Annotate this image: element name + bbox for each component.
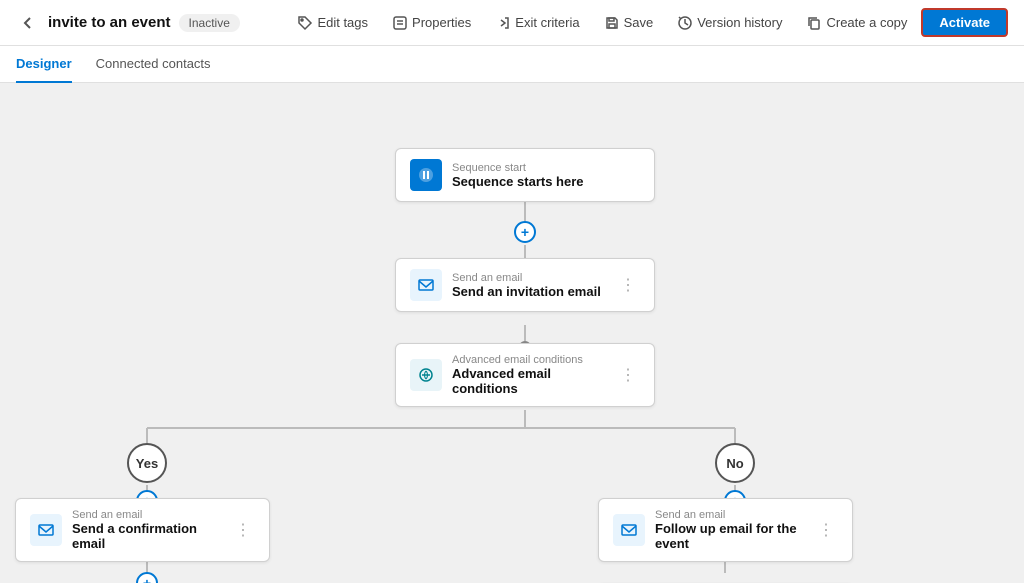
email-no-text: Send an email Follow up email for the ev… bbox=[655, 509, 804, 551]
tag-icon bbox=[297, 15, 313, 31]
header-left: invite to an event Inactive bbox=[16, 11, 279, 35]
adv-cond-title: Advanced email conditions bbox=[452, 366, 606, 396]
adv-cond-text: Advanced email conditions Advanced email… bbox=[452, 354, 606, 396]
sequence-start-node: Sequence start Sequence starts here bbox=[395, 148, 655, 202]
email-no-title: Follow up email for the event bbox=[655, 521, 804, 551]
add-step-yes2-button[interactable]: + bbox=[136, 572, 158, 583]
add-step-button-1[interactable]: + bbox=[514, 221, 536, 243]
tabs: Designer Connected contacts bbox=[0, 46, 1024, 83]
no-branch-label: No bbox=[715, 443, 755, 483]
email-1-more-button[interactable]: ⋮ bbox=[616, 271, 640, 299]
tab-connected-contacts[interactable]: Connected contacts bbox=[96, 46, 211, 83]
exit-criteria-icon bbox=[495, 15, 511, 31]
email-yes-label: Send an email bbox=[72, 509, 221, 521]
email-1-title: Send an invitation email bbox=[452, 284, 606, 299]
properties-button[interactable]: Properties bbox=[382, 10, 481, 36]
edit-tags-button[interactable]: Edit tags bbox=[287, 10, 378, 36]
status-badge: Inactive bbox=[179, 14, 240, 32]
save-button[interactable]: Save bbox=[594, 10, 664, 36]
email-1-icon bbox=[410, 269, 442, 301]
email-node-1: Send an email Send an invitation email ⋮ bbox=[395, 258, 655, 312]
exit-criteria-button[interactable]: Exit criteria bbox=[485, 10, 589, 36]
email-no-icon bbox=[613, 514, 645, 546]
page-title: invite to an event bbox=[48, 14, 171, 31]
back-button[interactable] bbox=[16, 11, 40, 35]
sequence-start-text: Sequence start Sequence starts here bbox=[452, 162, 640, 189]
copy-icon bbox=[806, 15, 822, 31]
create-copy-button[interactable]: Create a copy bbox=[796, 10, 917, 36]
sequence-start-title: Sequence starts here bbox=[452, 174, 640, 189]
adv-cond-icon bbox=[410, 359, 442, 391]
email-yes-node: Send an email Send a confirmation email … bbox=[15, 498, 270, 562]
version-history-button[interactable]: Version history bbox=[667, 10, 792, 36]
header-actions: Edit tags Properties Exit criteria Save bbox=[287, 8, 1008, 37]
email-yes-more-button[interactable]: ⋮ bbox=[231, 516, 255, 544]
email-1-label: Send an email bbox=[452, 272, 606, 284]
email-yes-icon bbox=[30, 514, 62, 546]
canvas: Sequence start Sequence starts here + Se… bbox=[0, 83, 1024, 583]
email-no-node: Send an email Follow up email for the ev… bbox=[598, 498, 853, 562]
properties-icon bbox=[392, 15, 408, 31]
email-yes-title: Send a confirmation email bbox=[72, 521, 221, 551]
adv-cond-label: Advanced email conditions bbox=[452, 354, 606, 366]
tab-designer[interactable]: Designer bbox=[16, 46, 72, 83]
adv-cond-more-button[interactable]: ⋮ bbox=[616, 361, 640, 389]
header: invite to an event Inactive Edit tags Pr… bbox=[0, 0, 1024, 46]
email-yes-text: Send an email Send a confirmation email bbox=[72, 509, 221, 551]
activate-button[interactable]: Activate bbox=[921, 8, 1008, 37]
email-1-text: Send an email Send an invitation email bbox=[452, 272, 606, 299]
email-no-more-button[interactable]: ⋮ bbox=[814, 516, 838, 544]
sequence-start-label: Sequence start bbox=[452, 162, 640, 174]
sequence-start-icon bbox=[410, 159, 442, 191]
email-no-label: Send an email bbox=[655, 509, 804, 521]
save-icon bbox=[604, 15, 620, 31]
version-history-icon bbox=[677, 15, 693, 31]
yes-branch-label: Yes bbox=[127, 443, 167, 483]
advanced-conditions-node: Advanced email conditions Advanced email… bbox=[395, 343, 655, 407]
